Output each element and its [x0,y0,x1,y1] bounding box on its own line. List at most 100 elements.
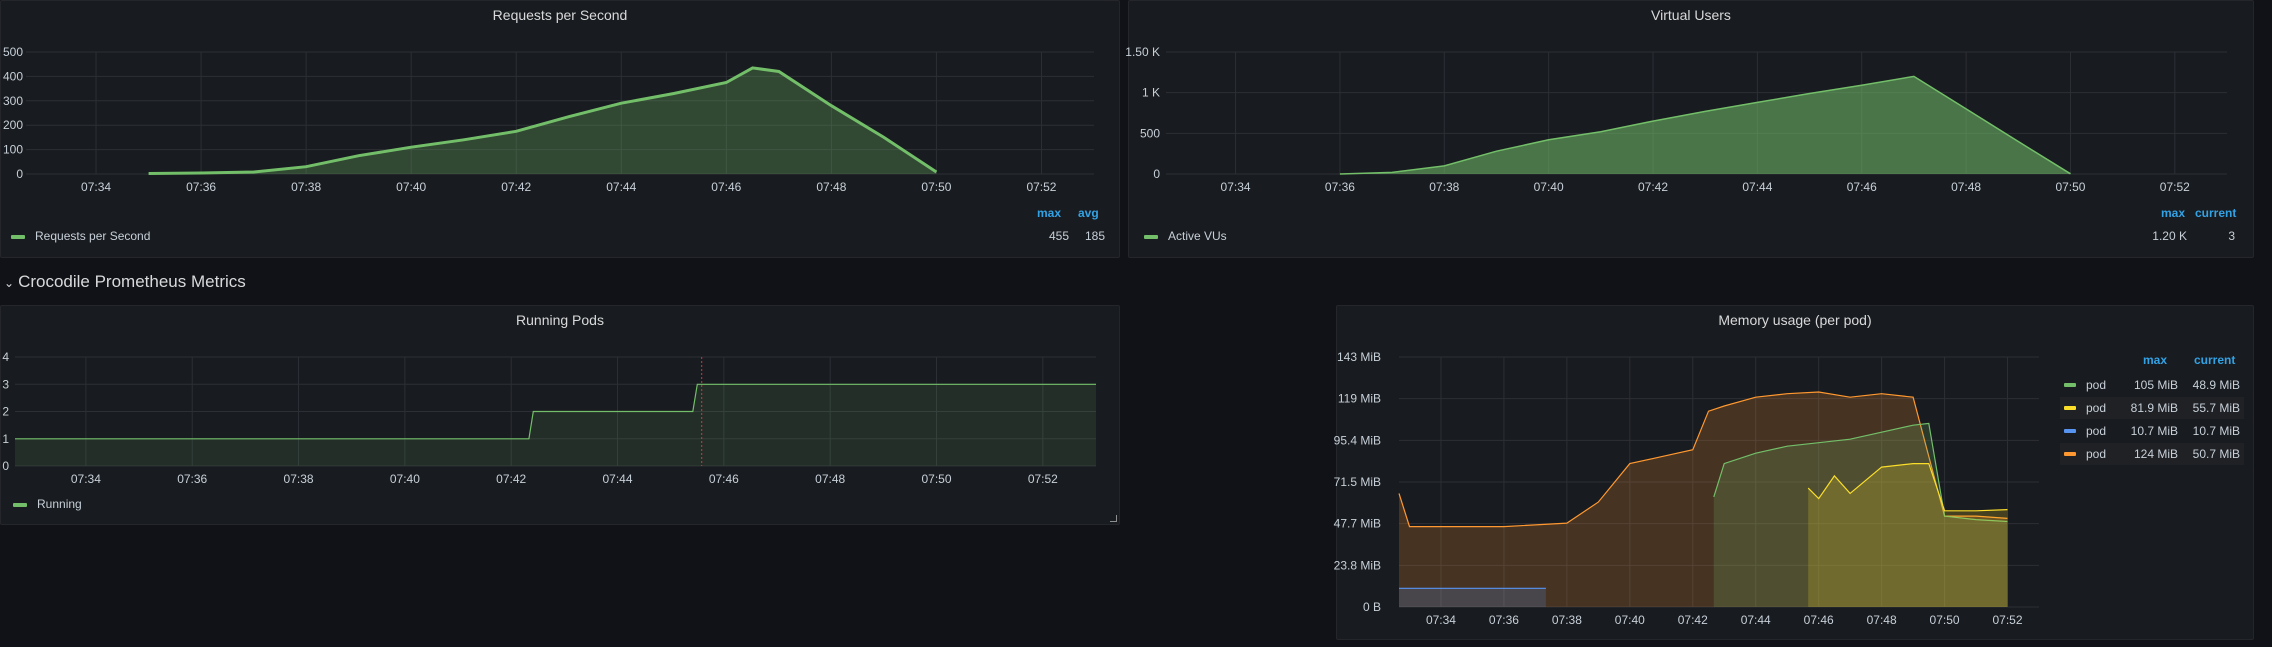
series-area [1339,76,2071,174]
legend-swatch [11,234,25,239]
rps-chart[interactable]: 0 100 200 300 400 500 07:34 07:36 07:38 07:40 07:4… [1,1,1121,259]
rps-panel: Requests per Second 0 100 200 300 400 500 07:3… [0,0,1120,258]
legend-swatch [1144,234,1158,239]
row-header[interactable]: ⌄ Crocodile Prometheus Metrics [4,272,246,292]
resize-handle-icon[interactable] [1110,515,1117,522]
x-tick-label: 07:34 [71,472,101,486]
y-tick-label: 1 [2,432,9,446]
legend-current-value: 55.7 MiB [2192,401,2240,415]
x-tick-label: 07:40 [1615,613,1645,627]
chevron-down-icon[interactable]: ⌄ [4,276,14,290]
x-tick-label: 07:48 [815,472,845,486]
legend-swatch [13,502,27,507]
x-tick-label: 07:36 [1489,613,1519,627]
y-tick-label: 23.8 MiB [1334,558,1381,572]
legend-max-header[interactable]: max [2143,353,2167,367]
x-tick-label: 07:48 [1867,613,1897,627]
y-tick-label: 100 [3,143,23,157]
series-area [1399,588,1546,607]
vu-chart[interactable]: 0 500 1 K 1.50 K 07:34 07:36 07:38 07:40 07:42 07… [1125,1,2255,259]
x-tick-label: 07:50 [921,472,951,486]
x-tick-label: 07:50 [1930,613,1960,627]
x-tick-label: 07:52 [2160,180,2190,194]
x-tick-label: 07:38 [1552,613,1582,627]
legend-avg-value: 185 [1084,229,1105,243]
legend-max-value: 81.9 MiB [2130,401,2178,415]
row-title: Crocodile Prometheus Metrics [18,272,246,291]
legend-swatch [2064,452,2076,456]
legend-label: Running [37,497,82,511]
pods-legend-item[interactable]: Running [13,497,82,511]
legend-current-value: 50.7 MiB [2192,447,2240,461]
x-tick-label: 07:34 [1426,613,1456,627]
y-tick-label: 119 MiB [1338,392,1381,406]
legend-max-header[interactable]: max [1037,206,1061,220]
x-tick-label: 07:46 [1804,613,1834,627]
series-area [148,67,937,174]
legend-swatch [2064,406,2076,410]
pods-panel: Running Pods 0 1 2 3 4 07:34 07:36 07:38 07:40 07… [0,305,1120,525]
y-tick-label: 0 [1153,167,1160,181]
mem-legend-row[interactable]: pod 105 MiB 48.9 MiB [2060,374,2244,396]
y-tick-label: 0 B [1363,600,1381,614]
legend-label: pod [2086,424,2107,438]
legend-current-value: 48.9 MiB [2192,378,2240,392]
legend-label: Requests per Second [35,229,151,243]
x-tick-label: 07:46 [1847,180,1877,194]
x-tick-label: 07:38 [284,472,314,486]
y-tick-label: 2 [2,405,9,419]
legend-current-value: 10.7 MiB [2192,424,2240,438]
x-tick-label: 07:34 [1221,180,1251,194]
x-tick-label: 07:36 [177,472,207,486]
series-area [1808,463,2008,607]
legend-max-value: 105 MiB [2133,378,2178,392]
pods-chart[interactable]: 0 1 2 3 4 07:34 07:36 07:38 07:40 07:42 07:44 07:46… [1,306,1121,526]
legend-label: pod [2086,401,2107,415]
y-tick-label: 300 [3,94,23,108]
legend-current-header[interactable]: current [2194,353,2235,367]
y-tick-label: 47.7 MiB [1334,517,1381,531]
legend-current-header[interactable]: current [2195,206,2236,220]
legend-max-header[interactable]: max [2161,206,2185,220]
y-tick-label: 200 [3,118,23,132]
rps-legend-item[interactable]: Requests per Second [11,229,150,243]
x-tick-label: 07:44 [606,180,636,194]
x-tick-label: 07:52 [1028,472,1058,486]
x-tick-label: 07:44 [603,472,633,486]
y-tick-label: 500 [1140,126,1160,140]
x-tick-label: 07:48 [816,180,846,194]
legend-label: pod [2086,378,2107,392]
x-tick-label: 07:50 [2055,180,2085,194]
mem-legend-row[interactable]: pod 81.9 MiB 55.7 MiB [2060,397,2244,419]
legend-swatch [2064,429,2076,433]
mem-chart[interactable]: 0 B 23.8 MiB 47.7 MiB 71.5 MiB 95.4 MiB 119 M… [1334,306,2255,641]
legend-label: Active VUs [1168,229,1227,243]
x-tick-label: 07:42 [501,180,531,194]
x-tick-label: 07:42 [1638,180,1668,194]
y-tick-label: 400 [3,69,23,83]
vu-panel: Virtual Users 0 500 1 K 1.50 K 07:34 07:36 07:… [1125,0,2255,259]
x-tick-label: 07:48 [1951,180,1981,194]
x-tick-label: 07:46 [711,180,741,194]
y-tick-label: 0 [16,167,23,181]
y-tick-label: 143 MiB [1337,350,1381,364]
vu-legend-item[interactable]: Active VUs [1144,229,1227,243]
mem-legend-row[interactable]: pod 124 MiB 50.7 MiB [2060,443,2244,465]
legend-current-value: 3 [2228,229,2235,243]
x-tick-label: 07:38 [1429,180,1459,194]
x-tick-label: 07:42 [496,472,526,486]
legend-avg-header[interactable]: avg [1078,206,1099,220]
x-tick-label: 07:36 [186,180,216,194]
mem-panel: Memory usage (per pod) 0 B 23.8 MiB 47.7 M… [1334,305,2255,641]
mem-legend-row[interactable]: pod 10.7 MiB 10.7 MiB [2060,420,2244,442]
x-tick-label: 07:50 [921,180,951,194]
y-tick-label: 1.50 K [1125,45,1160,59]
x-tick-label: 07:52 [1993,613,2023,627]
legend-max-value: 10.7 MiB [2130,424,2178,438]
y-tick-label: 71.5 MiB [1334,475,1381,489]
x-tick-label: 07:44 [1741,613,1771,627]
x-tick-label: 07:42 [1678,613,1708,627]
legend-swatch [2064,383,2076,387]
y-tick-label: 500 [3,45,23,59]
y-tick-label: 4 [2,350,9,364]
